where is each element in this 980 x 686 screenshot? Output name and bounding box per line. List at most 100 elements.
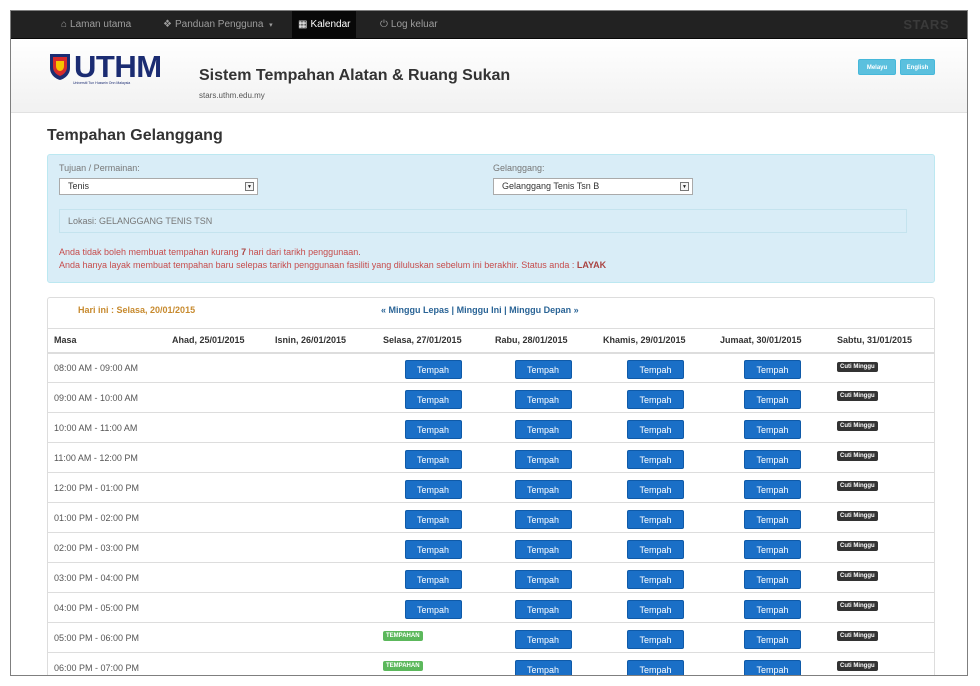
warning-min-days-post: hari dari tarikh penggunaan. xyxy=(246,247,361,257)
book-button[interactable]: Tempah xyxy=(744,360,801,380)
column-header-day: Khamis, 29/01/2015 xyxy=(597,328,714,354)
book-button[interactable]: Tempah xyxy=(514,390,572,409)
book-button[interactable]: Tempah xyxy=(744,390,801,409)
book-button[interactable]: Tempah xyxy=(404,540,462,559)
empty-slot-cell xyxy=(166,352,269,383)
book-button[interactable]: Tempah xyxy=(404,570,462,589)
nav-user-guide[interactable]: ❖ Panduan Pengguna ▾ xyxy=(157,11,279,39)
lang-english-button[interactable]: English xyxy=(900,59,935,75)
slot-cell: Tempah xyxy=(597,442,714,473)
time-slot: 11:00 AM - 12:00 PM xyxy=(48,442,166,473)
book-button[interactable]: Tempah xyxy=(627,630,684,649)
site-header: UTHM Universiti Tun Hussein Onn Malaysia… xyxy=(11,39,967,113)
slot-cell: Tempah xyxy=(714,442,831,473)
table-row: 10:00 AM - 11:00 AM Tempah Tempah Tempah Tem… xyxy=(48,412,934,443)
book-button[interactable]: Tempah xyxy=(744,540,801,559)
booking-calendar-table: Masa Ahad, 25/01/2015 Isnin, 26/01/2015 Sel… xyxy=(48,328,934,675)
empty-slot-cell xyxy=(269,412,377,443)
slot-cell: Tempah xyxy=(714,652,831,675)
book-button[interactable]: Tempah xyxy=(627,570,684,589)
slot-cell: Tempah xyxy=(714,562,831,593)
slot-cell: Tempah xyxy=(597,352,714,383)
book-button[interactable]: Tempah xyxy=(404,360,462,380)
slot-cell: Cuti Minggu xyxy=(831,442,934,473)
book-button[interactable]: Tempah xyxy=(627,660,684,675)
slot-cell: Tempah xyxy=(377,532,489,563)
book-button[interactable]: Tempah xyxy=(744,660,801,675)
shield-icon xyxy=(50,54,70,80)
book-button[interactable]: Tempah xyxy=(404,450,462,469)
prev-week-link[interactable]: « Minggu Lepas xyxy=(381,305,449,315)
book-button[interactable]: Tempah xyxy=(404,600,462,619)
book-button[interactable]: Tempah xyxy=(627,540,684,559)
book-button[interactable]: Tempah xyxy=(627,510,684,529)
slot-cell: Cuti Minggu xyxy=(831,412,934,443)
table-row: 11:00 AM - 12:00 PM Tempah Tempah Tempah Tem… xyxy=(48,442,934,473)
book-button[interactable]: Tempah xyxy=(404,420,462,439)
column-header-day: Rabu, 28/01/2015 xyxy=(489,328,597,354)
uthm-logo[interactable]: UTHM Universiti Tun Hussein Onn Malaysia xyxy=(49,49,174,89)
logo-text: UTHM xyxy=(74,49,162,84)
book-button[interactable]: Tempah xyxy=(514,540,572,559)
book-button[interactable]: Tempah xyxy=(744,630,801,649)
lang-melayu-button[interactable]: Melayu xyxy=(858,59,896,75)
table-row: 09:00 AM - 10:00 AM Tempah Tempah Tempah Tem… xyxy=(48,382,934,413)
caret-down-icon: ▼ xyxy=(680,182,689,191)
empty-slot-cell xyxy=(166,412,269,443)
book-button[interactable]: Tempah xyxy=(627,480,684,499)
book-button[interactable]: Tempah xyxy=(404,510,462,529)
book-button[interactable]: Tempah xyxy=(404,390,462,409)
book-button[interactable]: Tempah xyxy=(514,420,572,439)
time-slot: 04:00 PM - 05:00 PM xyxy=(48,592,166,623)
court-select[interactable]: Gelanggang Tenis Tsn B ▼ xyxy=(493,178,693,195)
slot-cell: Tempah xyxy=(489,352,597,383)
slot-cell: Tempah xyxy=(597,382,714,413)
book-button[interactable]: Tempah xyxy=(627,360,684,380)
book-button[interactable]: Tempah xyxy=(627,600,684,619)
book-button[interactable]: Tempah xyxy=(627,420,684,439)
nav-logout-label: Log keluar xyxy=(390,19,438,30)
this-week-link[interactable]: Minggu Ini xyxy=(457,305,502,315)
brand-stars[interactable]: STARS xyxy=(903,11,949,39)
weekend-off-badge: Cuti Minggu xyxy=(837,391,878,401)
calendar-card: Hari ini : Selasa, 20/01/2015 « Minggu L… xyxy=(47,297,935,675)
book-button[interactable]: Tempah xyxy=(744,510,801,529)
book-button[interactable]: Tempah xyxy=(514,450,572,469)
empty-slot-cell xyxy=(166,442,269,473)
weekend-off-badge: Cuti Minggu xyxy=(837,481,878,491)
book-button[interactable]: Tempah xyxy=(744,480,801,499)
book-button[interactable]: Tempah xyxy=(514,600,572,619)
time-slot: 05:00 PM - 06:00 PM xyxy=(48,622,166,653)
time-slot: 09:00 AM - 10:00 AM xyxy=(48,382,166,413)
book-button[interactable]: Tempah xyxy=(514,570,572,589)
nav-home[interactable]: ⌂ Laman utama xyxy=(55,11,137,39)
book-button[interactable]: Tempah xyxy=(514,510,572,529)
book-button[interactable]: Tempah xyxy=(744,450,801,469)
book-button[interactable]: Tempah xyxy=(744,570,801,589)
next-week-link[interactable]: Minggu Depan » xyxy=(509,305,579,315)
book-button[interactable]: Tempah xyxy=(627,390,684,409)
weekend-off-badge: Cuti Minggu xyxy=(837,541,878,551)
book-button[interactable]: Tempah xyxy=(514,360,572,380)
weekend-off-badge: Cuti Minggu xyxy=(837,511,878,521)
slot-cell: Cuti Minggu xyxy=(831,532,934,563)
book-button[interactable]: Tempah xyxy=(744,420,801,439)
book-button[interactable]: Tempah xyxy=(627,450,684,469)
slot-cell: Tempah xyxy=(597,412,714,443)
table-row: 12:00 PM - 01:00 PM Tempah Tempah Tempah Tem… xyxy=(48,472,934,503)
time-slot: 10:00 AM - 11:00 AM xyxy=(48,412,166,443)
filter-panel: Tujuan / Permainan: Tenis ▼ Gelanggang: … xyxy=(47,154,935,283)
browser-frame: ⌂ Laman utama ❖ Panduan Pengguna ▾ ▦ Kalend… xyxy=(10,10,968,676)
empty-slot-cell xyxy=(166,562,269,593)
nav-user-guide-label: Panduan Pengguna xyxy=(174,19,264,30)
book-button[interactable]: Tempah xyxy=(514,660,572,675)
book-button[interactable]: Tempah xyxy=(514,630,572,649)
book-button[interactable]: Tempah xyxy=(404,480,462,499)
book-button[interactable]: Tempah xyxy=(514,480,572,499)
slot-cell: Tempah xyxy=(489,562,597,593)
book-button[interactable]: Tempah xyxy=(744,600,801,619)
nav-logout[interactable]: ⏻ Log keluar xyxy=(374,11,444,39)
nav-calendar[interactable]: ▦ Kalendar xyxy=(292,11,357,39)
purpose-select[interactable]: Tenis ▼ xyxy=(59,178,258,195)
slot-cell: Tempah xyxy=(597,592,714,623)
